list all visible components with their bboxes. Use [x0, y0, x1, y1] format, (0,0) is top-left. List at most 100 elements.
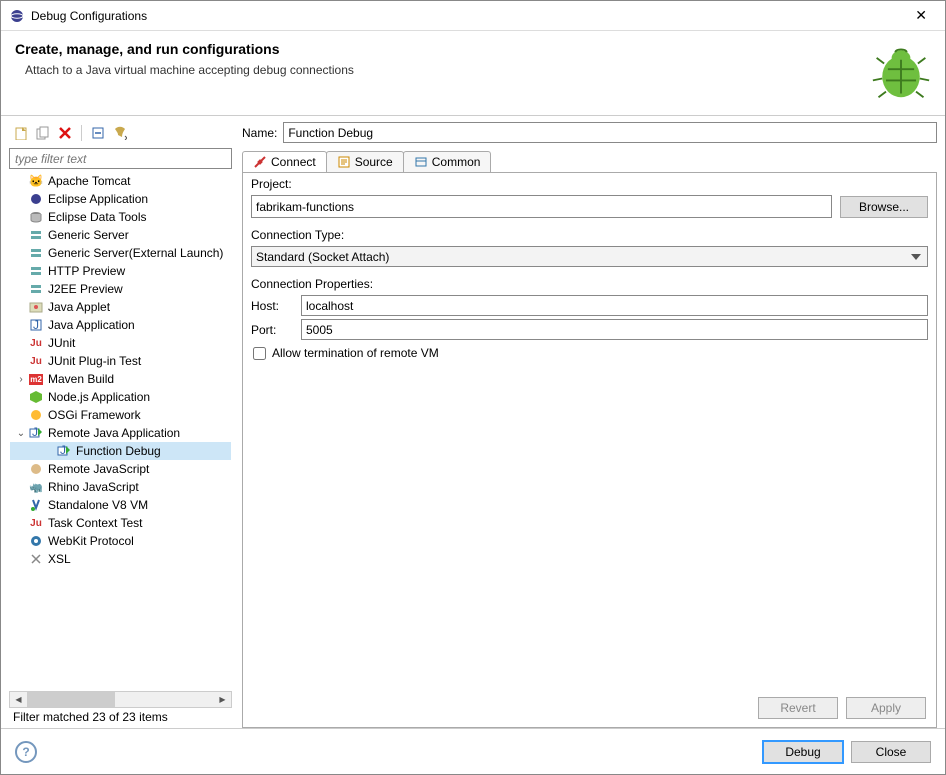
tree-item-http-preview[interactable]: HTTP Preview — [10, 262, 231, 280]
expand-icon[interactable]: › — [14, 374, 28, 385]
tree-item-osgi[interactable]: OSGi Framework — [10, 406, 231, 424]
connect-tab-icon — [253, 155, 267, 169]
bug-icon — [871, 41, 931, 101]
tree-toolbar — [9, 122, 232, 144]
tree-item-label: Eclipse Application — [48, 192, 148, 206]
tab-label: Connect — [271, 155, 316, 169]
tree-item-label: Function Debug — [76, 444, 161, 458]
tree-item-label: Java Application — [48, 318, 135, 332]
connect-tab-page: Project: Browse... Connection Type: Stan… — [242, 173, 937, 728]
tree-item-xsl[interactable]: XSL — [10, 550, 231, 568]
tree-item-function-debug[interactable]: J Function Debug — [10, 442, 231, 460]
dialog-header: Create, manage, and run configurations A… — [1, 31, 945, 116]
config-tabs: Connect Source Common — [242, 151, 937, 173]
tree-item-java-applet[interactable]: Java Applet — [10, 298, 231, 316]
window-title: Debug Configurations — [31, 9, 905, 23]
host-input[interactable] — [301, 295, 928, 316]
tree-item-generic-server[interactable]: Generic Server — [10, 226, 231, 244]
tree-item-remote-js[interactable]: Remote JavaScript — [10, 460, 231, 478]
scroll-thumb[interactable] — [27, 692, 115, 707]
eclipse-app-icon — [28, 191, 44, 207]
tree-item-label: Task Context Test — [48, 516, 143, 530]
tree-item-label: Remote Java Application — [48, 426, 180, 440]
apply-button[interactable]: Apply — [846, 697, 926, 719]
data-tools-icon — [28, 209, 44, 225]
tree-item-label: Remote JavaScript — [48, 462, 149, 476]
tree-item-rhino[interactable]: 🦏 Rhino JavaScript — [10, 478, 231, 496]
server-icon — [28, 227, 44, 243]
applet-icon — [28, 299, 44, 315]
tab-connect[interactable]: Connect — [242, 151, 327, 172]
debug-button[interactable]: Debug — [763, 741, 843, 763]
tab-label: Common — [432, 155, 481, 169]
osgi-icon — [28, 407, 44, 423]
window-close-button[interactable]: ✕ — [905, 3, 937, 28]
conn-type-select[interactable]: Standard (Socket Attach) — [251, 246, 928, 267]
tree-item-junit-plugin[interactable]: JuJUnit Plug-in Test — [10, 352, 231, 370]
collapse-icon[interactable]: ⌄ — [14, 428, 28, 439]
common-tab-icon — [414, 155, 428, 169]
tree-item-webkit[interactable]: WebKit Protocol — [10, 532, 231, 550]
tree-item-label: Java Applet — [48, 300, 110, 314]
rhino-icon: 🦏 — [28, 479, 44, 495]
xsl-icon — [28, 551, 44, 567]
name-input[interactable] — [283, 122, 937, 143]
tree-hscrollbar[interactable]: ◀ ▶ — [9, 691, 232, 708]
tree-item-apache-tomcat[interactable]: 🐱Apache Tomcat — [10, 172, 231, 190]
filter-dropdown-button[interactable] — [112, 125, 128, 141]
tree-item-eclipse-application[interactable]: Eclipse Application — [10, 190, 231, 208]
header-subtitle: Attach to a Java virtual machine accepti… — [25, 63, 354, 77]
nodejs-icon — [28, 389, 44, 405]
tree-item-eclipse-data-tools[interactable]: Eclipse Data Tools — [10, 208, 231, 226]
tree-item-label: XSL — [48, 552, 71, 566]
tree-item-junit[interactable]: JuJUnit — [10, 334, 231, 352]
host-label: Host: — [251, 299, 293, 313]
conn-type-label: Connection Type: — [251, 228, 928, 242]
toolbar-separator — [81, 125, 82, 141]
port-input[interactable] — [301, 319, 928, 340]
tree-item-maven-build[interactable]: ›m2Maven Build — [10, 370, 231, 388]
tree-item-label: Maven Build — [48, 372, 114, 386]
config-tree[interactable]: 🐱Apache Tomcat Eclipse Application Eclip… — [9, 171, 232, 691]
new-config-button[interactable] — [13, 125, 29, 141]
java-app-icon: J — [28, 317, 44, 333]
project-input[interactable] — [251, 195, 832, 218]
tree-item-task-context[interactable]: JuTask Context Test — [10, 514, 231, 532]
revert-button[interactable]: Revert — [758, 697, 838, 719]
server-icon — [28, 281, 44, 297]
tab-common[interactable]: Common — [403, 151, 492, 172]
duplicate-config-button[interactable] — [35, 125, 51, 141]
project-label: Project: — [251, 177, 928, 191]
tab-source[interactable]: Source — [326, 151, 404, 172]
tree-item-remote-java[interactable]: ⌄ J Remote Java Application — [10, 424, 231, 442]
collapse-all-button[interactable] — [90, 125, 106, 141]
scroll-left-arrow[interactable]: ◀ — [10, 692, 27, 707]
tree-item-generic-server-ext[interactable]: Generic Server(External Launch) — [10, 244, 231, 262]
browse-button[interactable]: Browse... — [840, 196, 928, 218]
tree-item-label: Eclipse Data Tools — [48, 210, 147, 224]
header-title: Create, manage, and run configurations — [15, 41, 354, 57]
filter-input[interactable] — [9, 148, 232, 169]
delete-config-button[interactable] — [57, 125, 73, 141]
svg-text:J: J — [60, 444, 66, 457]
svg-text:J: J — [33, 318, 39, 332]
tree-item-label: JUnit — [48, 336, 75, 350]
eclipse-icon — [9, 8, 25, 24]
tree-item-label: Rhino JavaScript — [48, 480, 139, 494]
svg-text:J: J — [32, 426, 38, 439]
close-button[interactable]: Close — [851, 741, 931, 763]
allow-term-label: Allow termination of remote VM — [272, 346, 439, 360]
remote-java-icon: J — [28, 425, 44, 441]
allow-term-checkbox[interactable] — [253, 347, 266, 360]
name-label: Name: — [242, 126, 277, 140]
tree-item-label: Standalone V8 VM — [48, 498, 148, 512]
help-button[interactable]: ? — [15, 741, 37, 763]
scroll-right-arrow[interactable]: ▶ — [214, 692, 231, 707]
tree-item-java-application[interactable]: J Java Application — [10, 316, 231, 334]
tree-item-nodejs[interactable]: Node.js Application — [10, 388, 231, 406]
tree-item-label: WebKit Protocol — [48, 534, 134, 548]
tree-item-v8[interactable]: Standalone V8 VM — [10, 496, 231, 514]
webkit-icon — [28, 533, 44, 549]
v8-icon — [28, 497, 44, 513]
tree-item-j2ee-preview[interactable]: J2EE Preview — [10, 280, 231, 298]
